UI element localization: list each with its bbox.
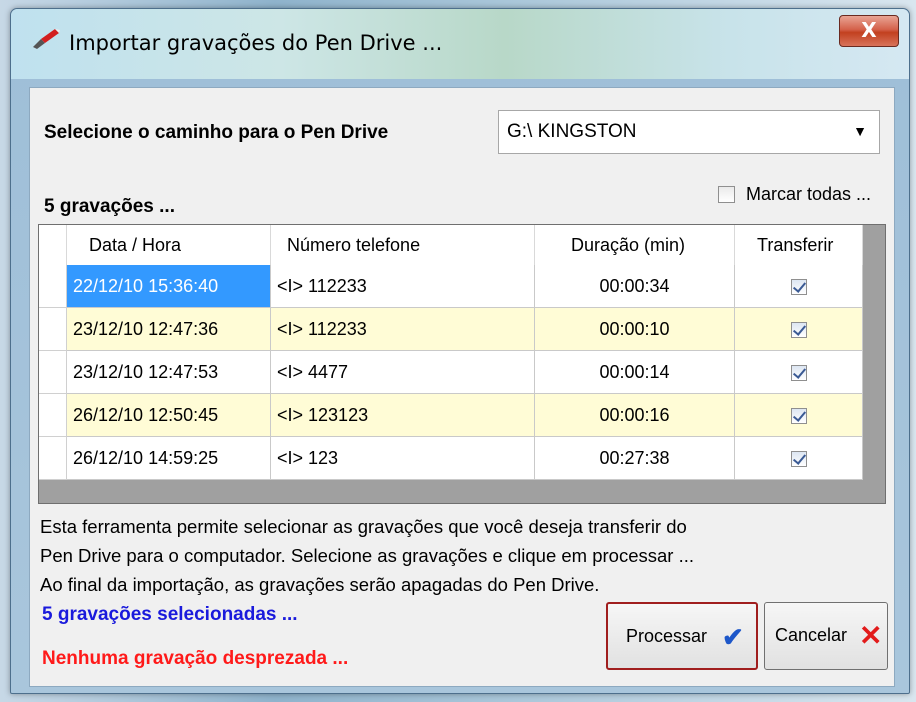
cell-transfer[interactable] (735, 437, 863, 480)
recordings-grid: Data / Hora Número telefone Duração (min… (38, 224, 886, 504)
transfer-checkbox[interactable] (790, 451, 807, 468)
row-header[interactable] (39, 437, 67, 480)
instructions-line: Pen Drive para o computador. Selecione a… (40, 545, 695, 566)
recordings-count-label: 5 gravações ... (44, 196, 175, 217)
instructions-line: Esta ferramenta permite selecionar as gr… (40, 516, 687, 537)
row-header[interactable] (39, 265, 67, 308)
cancel-button[interactable]: Cancelar ✕ (764, 602, 888, 670)
title-bar[interactable]: Importar gravações do Pen Drive ... X (11, 9, 909, 79)
close-button[interactable]: X (839, 15, 899, 47)
table-row[interactable]: 26/12/10 12:50:45 <I> 123123 00:00:16 (39, 394, 863, 437)
cell-transfer[interactable] (735, 308, 863, 351)
close-icon: X (861, 18, 877, 42)
transfer-checkbox[interactable] (790, 322, 807, 339)
path-label: Selecione o caminho para o Pen Drive (44, 122, 389, 143)
grid-header: Data / Hora Número telefone Duração (min… (39, 225, 863, 266)
row-header-corner (39, 225, 67, 265)
selected-count-status: 5 gravações selecionadas ... (42, 604, 298, 625)
transfer-checkbox[interactable] (790, 279, 807, 296)
cell-transfer[interactable] (735, 394, 863, 437)
cell-duration[interactable]: 00:00:14 (535, 351, 735, 394)
transfer-checkbox[interactable] (790, 365, 807, 382)
window-title: Importar gravações do Pen Drive ... (69, 31, 443, 55)
mark-all-checkbox[interactable] (718, 186, 735, 203)
dialog-body: Selecione o caminho para o Pen Drive G:\… (29, 87, 895, 687)
cell-transfer[interactable] (735, 265, 863, 308)
chevron-down-icon[interactable]: ▼ (853, 123, 867, 139)
column-header-datetime[interactable]: Data / Hora (67, 225, 271, 265)
transfer-checkbox[interactable] (790, 408, 807, 425)
column-header-phone[interactable]: Número telefone (271, 225, 535, 265)
table-row[interactable]: 22/12/10 15:36:40 <I> 112233 00:00:34 (39, 265, 863, 308)
checkmark-icon: ✔ (722, 622, 744, 652)
pen-drive-icon (33, 29, 60, 49)
cell-transfer[interactable] (735, 351, 863, 394)
discarded-status: Nenhuma gravação desprezada ... (42, 648, 349, 669)
cell-phone[interactable]: <I> 112233 (271, 265, 535, 308)
process-button[interactable]: Processar ✔ (606, 602, 758, 670)
path-select-value: G:\ KINGSTON (507, 121, 637, 142)
column-header-transfer[interactable]: Transferir (735, 225, 863, 265)
cell-datetime[interactable]: 22/12/10 15:36:40 (67, 265, 271, 308)
cell-duration[interactable]: 00:27:38 (535, 437, 735, 480)
pen-drive-path-select[interactable]: G:\ KINGSTON ▼ (498, 110, 880, 154)
instructions-line: Ao final da importação, as gravações ser… (40, 574, 600, 595)
mark-all-label[interactable]: Marcar todas ... (746, 184, 871, 205)
cell-phone[interactable]: <I> 123 (271, 437, 535, 480)
cell-duration[interactable]: 00:00:10 (535, 308, 735, 351)
cell-phone[interactable]: <I> 123123 (271, 394, 535, 437)
cell-duration[interactable]: 00:00:34 (535, 265, 735, 308)
x-icon: ✕ (859, 620, 883, 651)
cell-duration[interactable]: 00:00:16 (535, 394, 735, 437)
import-dialog-window: Importar gravações do Pen Drive ... X Se… (10, 8, 910, 694)
cell-phone[interactable]: <I> 4477 (271, 351, 535, 394)
cell-datetime[interactable]: 26/12/10 14:59:25 (67, 437, 271, 480)
row-header[interactable] (39, 308, 67, 351)
cell-phone[interactable]: <I> 112233 (271, 308, 535, 351)
instructions-text: Esta ferramenta permite selecionar as gr… (40, 512, 890, 599)
cell-datetime[interactable]: 26/12/10 12:50:45 (67, 394, 271, 437)
table-row[interactable]: 23/12/10 12:47:53 <I> 4477 00:00:14 (39, 351, 863, 394)
cell-datetime[interactable]: 23/12/10 12:47:53 (67, 351, 271, 394)
process-button-label: Processar (626, 626, 708, 646)
table-row[interactable]: 23/12/10 12:47:36 <I> 112233 00:00:10 (39, 308, 863, 351)
table-row[interactable]: 26/12/10 14:59:25 <I> 123 00:27:38 (39, 437, 863, 480)
column-header-duration[interactable]: Duração (min) (535, 225, 735, 265)
cancel-button-label: Cancelar (775, 625, 848, 645)
row-header[interactable] (39, 394, 67, 437)
cell-datetime[interactable]: 23/12/10 12:47:36 (67, 308, 271, 351)
row-header[interactable] (39, 351, 67, 394)
